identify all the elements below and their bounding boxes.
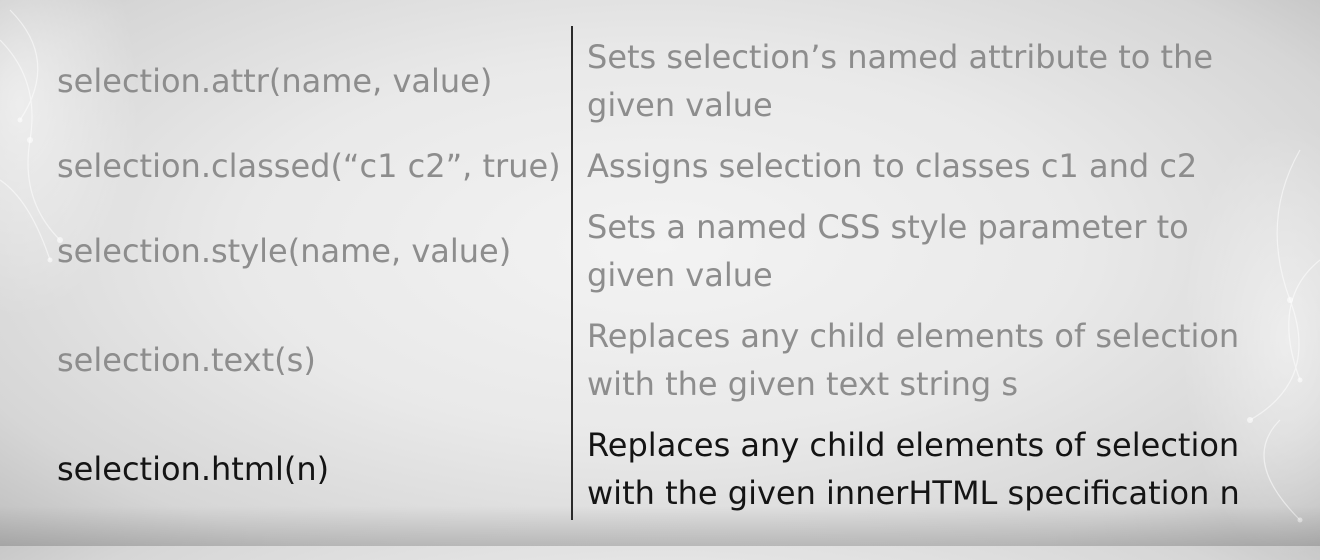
description-line: given value [587, 256, 773, 294]
method-name: selection.classed(“c1 c2”, true) [57, 147, 561, 185]
method-name: selection.attr(name, value) [57, 62, 493, 100]
method-description: Replaces any child elements of selection… [587, 312, 1307, 408]
column-divider [571, 26, 573, 520]
method-description: Sets selection’s named attribute to the … [587, 33, 1307, 129]
description-line: with the given innerHTML specification n [587, 474, 1240, 512]
method-description: Replaces any child elements of selection… [587, 421, 1307, 517]
description-line: with the given text string s [587, 365, 1019, 403]
description-line: given value [587, 86, 773, 124]
method-description: Assigns selection to classes c1 and c2 [587, 142, 1307, 190]
method-name: selection.html(n) [57, 450, 330, 488]
method-name: selection.text(s) [57, 341, 316, 379]
method-description: Sets a named CSS style parameter to give… [587, 203, 1307, 299]
description-line: Assigns selection to classes c1 and c2 [587, 147, 1198, 185]
description-line: Sets selection’s named attribute to the [587, 38, 1214, 76]
description-line: Sets a named CSS style parameter to [587, 208, 1189, 246]
description-line: Replaces any child elements of selection [587, 426, 1240, 464]
method-name: selection.style(name, value) [57, 232, 512, 270]
description-line: Replaces any child elements of selection [587, 317, 1240, 355]
